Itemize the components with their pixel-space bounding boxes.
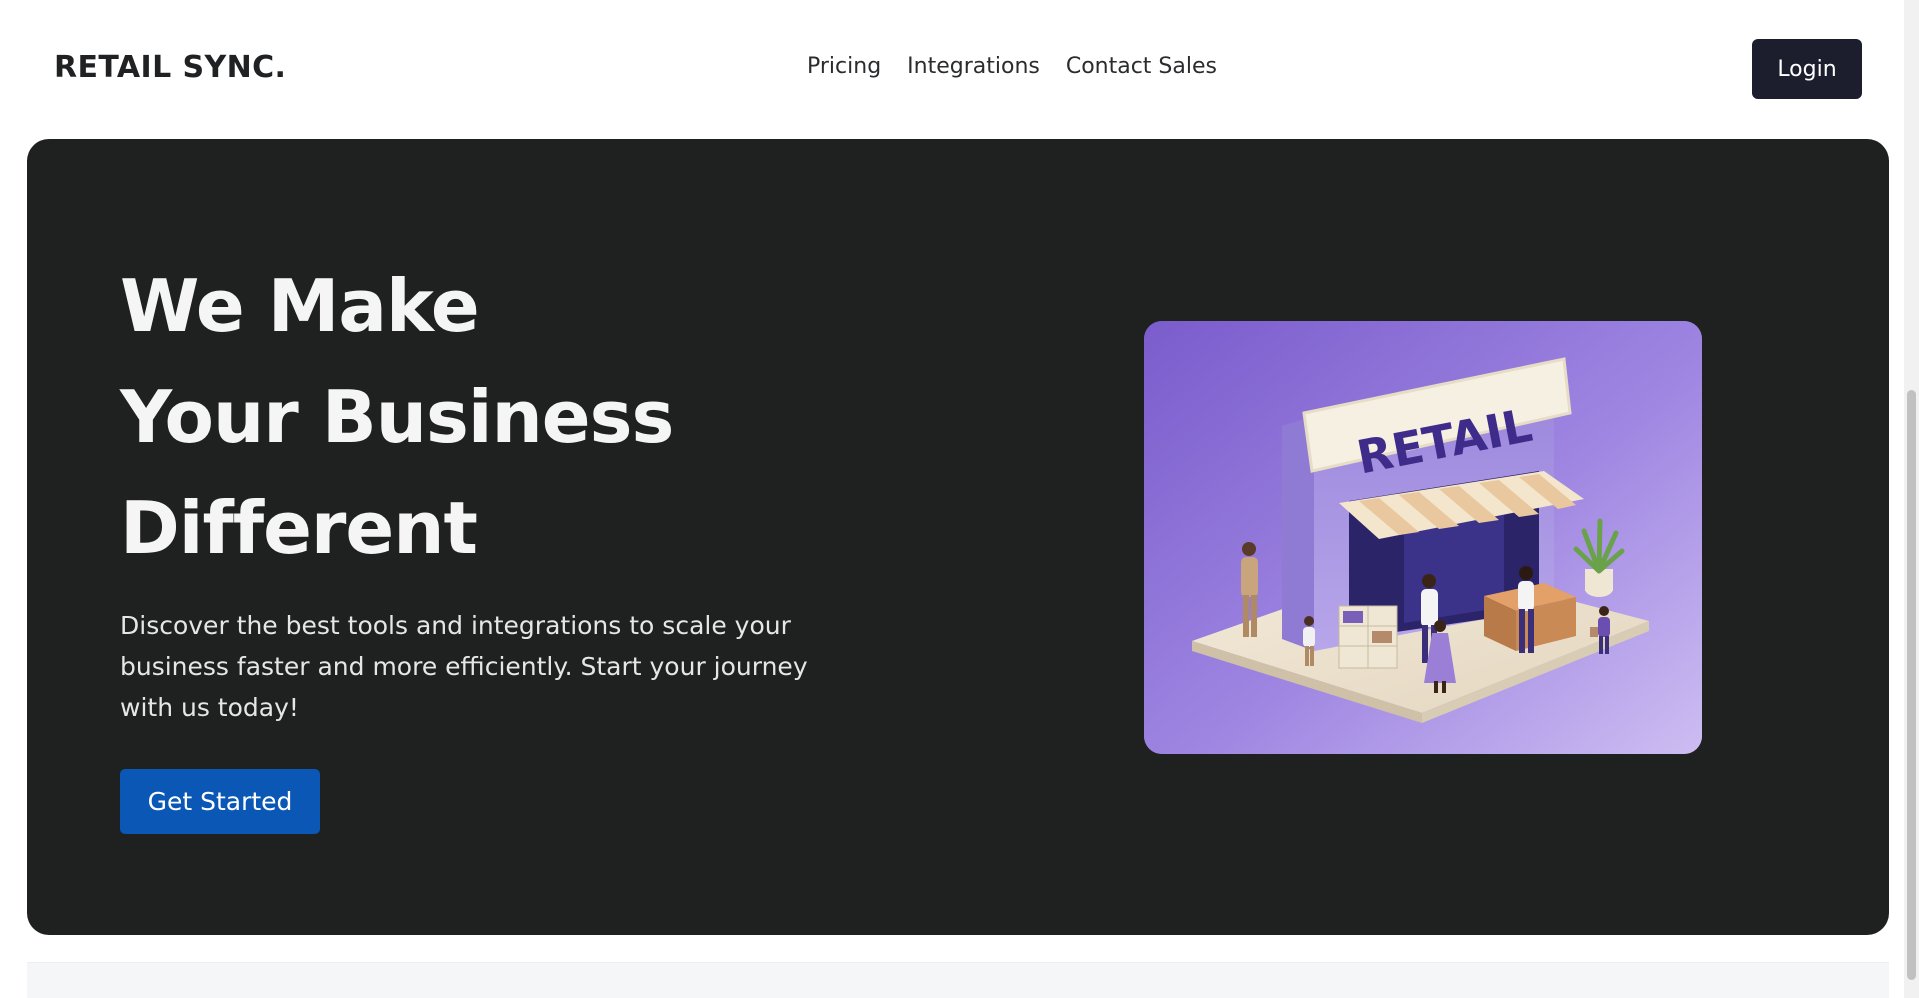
- get-started-button[interactable]: Get Started: [120, 769, 320, 834]
- hero-title: We Make Your Business Different: [120, 251, 674, 584]
- shelf-item-2: [1372, 631, 1392, 643]
- hero-section: We Make Your Business Different Discover…: [27, 139, 1889, 935]
- hero-title-line-1: We Make: [120, 264, 480, 348]
- hero-title-line-3: Different: [120, 486, 478, 570]
- hero-description: Discover the best tools and integrations…: [120, 611, 808, 722]
- page: RETAIL SYNC. Pricing Integrations Contac…: [0, 0, 1919, 998]
- main-nav: Pricing Integrations Contact Sales: [807, 54, 1217, 79]
- hero-title-line-2: Your Business: [120, 375, 674, 459]
- login-button[interactable]: Login: [1752, 39, 1862, 99]
- nav-link-integrations[interactable]: Integrations: [907, 54, 1040, 79]
- shelf-item-1: [1343, 611, 1363, 623]
- scrollbar-thumb[interactable]: [1907, 390, 1916, 980]
- nav-link-contact-sales[interactable]: Contact Sales: [1066, 54, 1217, 79]
- nav-link-pricing[interactable]: Pricing: [807, 54, 881, 79]
- site-header: RETAIL SYNC. Pricing Integrations Contac…: [0, 0, 1919, 138]
- next-section-edge: [27, 962, 1889, 998]
- storefront-svg: RETAIL: [1144, 321, 1702, 754]
- retail-storefront-illustration: RETAIL: [1144, 321, 1702, 754]
- brand-logo[interactable]: RETAIL SYNC.: [54, 50, 286, 85]
